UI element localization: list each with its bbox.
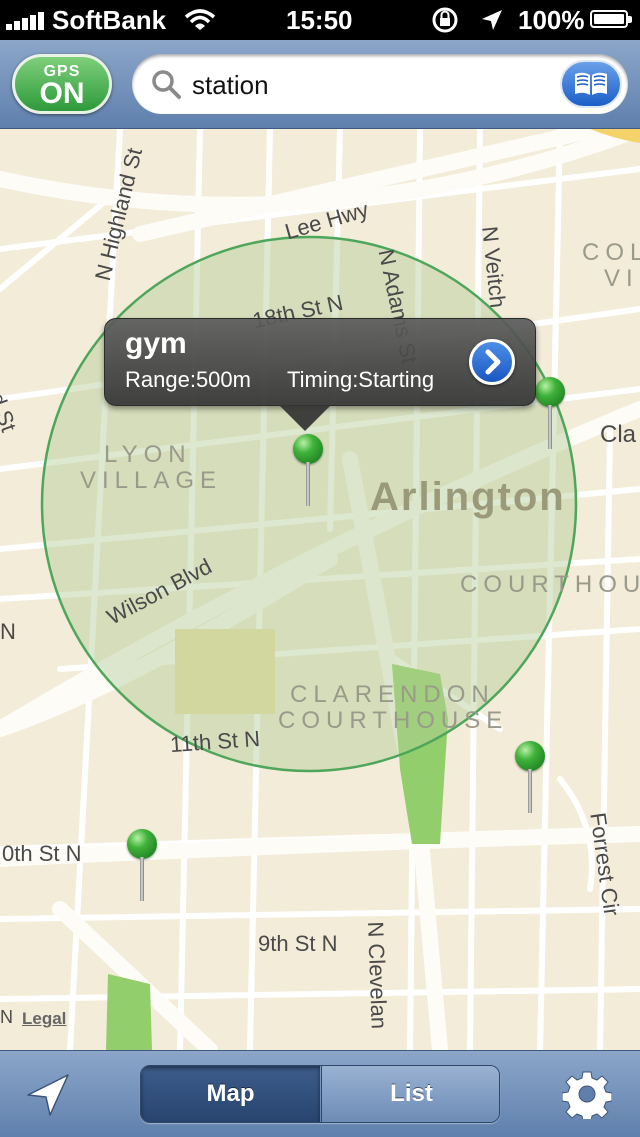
- battery-icon: [590, 10, 632, 28]
- carrier-name: SoftBank: [52, 5, 167, 35]
- gps-state: ON: [39, 77, 85, 110]
- street-label: 0th St N: [2, 841, 82, 866]
- battery-percent: 100%: [518, 5, 585, 35]
- callout-timing: Timing:Starting: [287, 367, 435, 392]
- street-label: 9th St N: [258, 931, 338, 956]
- view-segmented-control[interactable]: Map List: [140, 1065, 500, 1123]
- search-field[interactable]: [132, 54, 628, 114]
- segment-list[interactable]: List: [321, 1066, 499, 1122]
- district-label: VILLAGE: [80, 467, 223, 494]
- district-label: LYON: [104, 441, 192, 468]
- street-label: N: [0, 619, 16, 644]
- callout-arrow: [279, 405, 331, 431]
- street-label: Cla: [600, 421, 637, 448]
- district-label: COURTHOUSE: [278, 707, 509, 734]
- rotation-lock-icon: [432, 7, 458, 33]
- map-pin-gym[interactable]: [287, 434, 327, 514]
- district-label: COL: [582, 239, 640, 266]
- pin-callout[interactable]: gym Range:500m Timing:Starting: [104, 318, 536, 431]
- callout-title: gym: [125, 327, 187, 360]
- street-label: N: [0, 1007, 13, 1027]
- district-label: VI: [604, 265, 639, 292]
- district-label: Arlington: [370, 475, 566, 519]
- segment-map[interactable]: Map: [141, 1066, 320, 1122]
- gps-toggle-button[interactable]: GPS ON: [12, 54, 112, 114]
- signal-icon: [6, 12, 46, 30]
- map-view[interactable]: Lee Hwy N Harvard St N Highland St 18th …: [0, 129, 640, 1050]
- settings-button[interactable]: [561, 1069, 613, 1123]
- status-bar: SoftBank 15:50 100%: [0, 0, 640, 40]
- bottom-toolbar: Map List: [0, 1050, 640, 1137]
- search-input[interactable]: [190, 64, 554, 106]
- top-toolbar: GPS ON: [0, 40, 640, 129]
- location-arrow-icon: [27, 1074, 69, 1116]
- callout-disclosure-button[interactable]: [469, 339, 515, 385]
- status-time: 15:50: [286, 5, 353, 35]
- search-icon: [152, 70, 181, 99]
- chevron-right-icon: [485, 349, 501, 375]
- map-pin[interactable]: [121, 829, 161, 909]
- street-label: N Clevelan: [363, 921, 392, 1030]
- locate-button[interactable]: [20, 1069, 76, 1121]
- callout-range: Range:500m: [125, 367, 251, 392]
- legal-link[interactable]: Legal: [22, 1009, 66, 1029]
- bookmarks-button[interactable]: [560, 60, 622, 108]
- district-label: COURTHOU: [460, 571, 640, 598]
- battery-fill: [594, 14, 624, 24]
- wifi-icon: [184, 9, 216, 30]
- book-icon: [575, 72, 607, 95]
- gear-icon: [561, 1071, 613, 1123]
- map-pin[interactable]: [509, 741, 549, 821]
- location-arrow-icon: [482, 10, 502, 30]
- district-label: CLARENDON: [290, 681, 495, 708]
